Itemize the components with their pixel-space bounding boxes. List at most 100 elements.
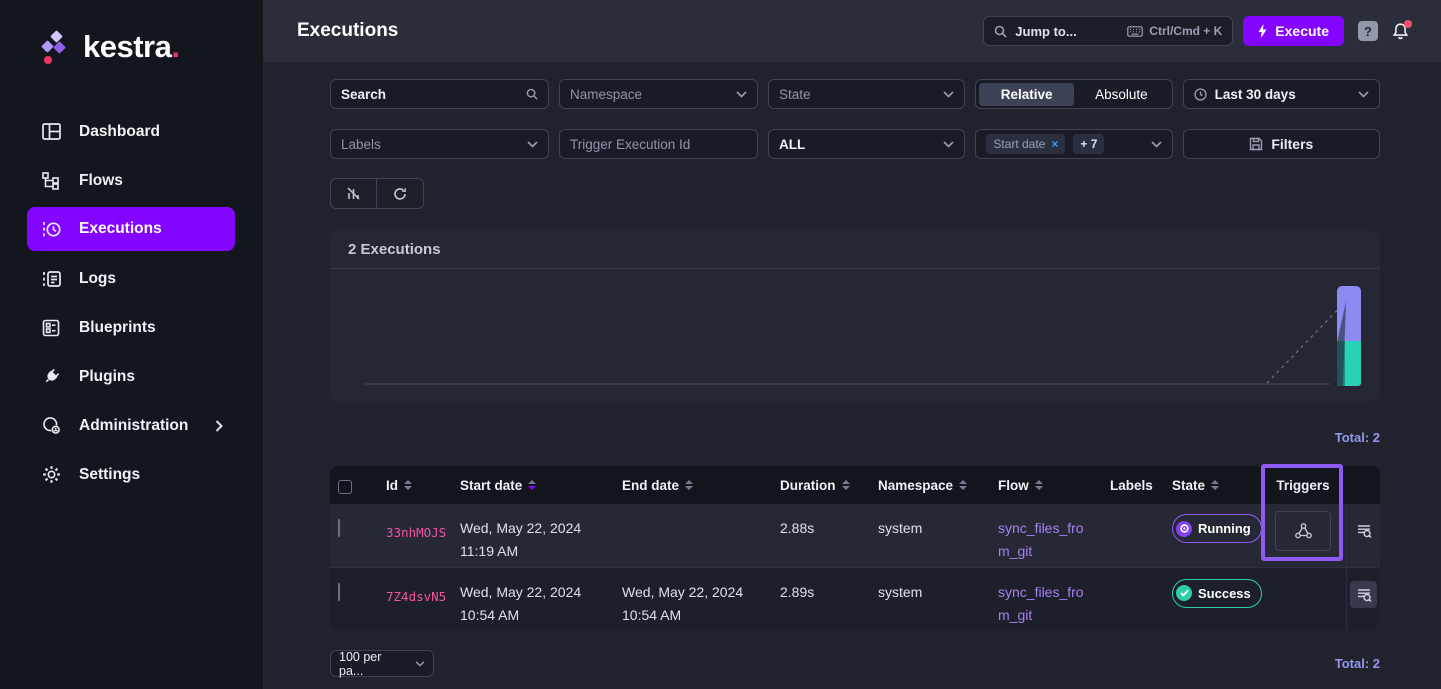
chevron-down-icon: [527, 141, 538, 148]
sidebar-item-label: Dashboard: [79, 123, 160, 141]
executions-table: Id Start date End date Duration Namespac…: [330, 466, 1380, 630]
state-placeholder: State: [779, 87, 935, 102]
column-header-start-date[interactable]: Start date: [452, 478, 614, 493]
sidebar-item-label: Executions: [79, 220, 162, 238]
content: Namespace State Relative Absolute Last: [263, 62, 1441, 689]
trigger-button[interactable]: [1275, 511, 1331, 551]
chip-remove-icon[interactable]: ×: [1051, 137, 1058, 151]
column-header-state[interactable]: State: [1164, 478, 1260, 493]
total-count-bottom: Total: 2: [1335, 656, 1380, 671]
namespace-placeholder: Namespace: [570, 87, 728, 102]
sidebar-item-settings[interactable]: Settings: [27, 450, 235, 499]
sort-icon[interactable]: [685, 480, 693, 490]
column-header-namespace[interactable]: Namespace: [870, 478, 990, 493]
triggers-cell-empty: [1260, 568, 1346, 630]
labels-cell: [1102, 568, 1164, 630]
total-row-top: Total: 2: [330, 429, 1380, 447]
administration-icon: [40, 416, 62, 436]
sidebar-item-logs[interactable]: Logs: [27, 254, 235, 303]
flows-icon: [40, 171, 62, 191]
save-filters-button[interactable]: Filters: [1183, 129, 1380, 159]
namespace-cell: system: [870, 568, 990, 630]
sidebar-item-flows[interactable]: Flows: [27, 156, 235, 205]
refresh-button[interactable]: [377, 178, 424, 209]
namespace-cell: system: [870, 504, 990, 567]
chip-start-date: Start date ×: [986, 134, 1065, 154]
execute-button-label: Execute: [1275, 23, 1329, 39]
sort-icon[interactable]: [959, 480, 967, 490]
save-icon: [1249, 137, 1263, 151]
sort-icon[interactable]: [404, 480, 412, 490]
namespace-select[interactable]: Namespace: [559, 79, 758, 109]
flow-link[interactable]: sync_files_from_git: [998, 584, 1084, 623]
table-row[interactable]: 7Z4dsvN5 Wed, May 22, 202410:54 AM Wed, …: [330, 567, 1380, 630]
search-filter[interactable]: [330, 79, 549, 109]
column-header-id[interactable]: Id: [378, 478, 452, 493]
row-checkbox[interactable]: [338, 583, 340, 601]
column-header-end-date[interactable]: End date: [614, 478, 772, 493]
kestra-logo[interactable]: kestra.: [0, 0, 263, 67]
per-page-select[interactable]: 100 per pa...: [330, 650, 434, 677]
chevron-down-icon: [943, 91, 954, 98]
jump-to-input[interactable]: [1015, 24, 1107, 39]
logs-icon: [40, 269, 62, 289]
sidebar-item-administration[interactable]: Administration: [27, 401, 235, 450]
help-button[interactable]: ?: [1358, 21, 1378, 41]
sort-icon-active[interactable]: [528, 480, 536, 490]
chevron-down-icon: [736, 91, 747, 98]
labels-cell: [1102, 504, 1164, 567]
execution-id[interactable]: 7Z4dsvN5: [378, 568, 452, 630]
table-row[interactable]: 33nhMOJS Wed, May 22, 202411:19 AM 2.88s…: [330, 504, 1380, 567]
search-filter-input[interactable]: [341, 87, 518, 102]
toggle-option-relative[interactable]: Relative: [979, 83, 1074, 106]
blueprints-icon: [40, 318, 62, 338]
dashboard-icon: [40, 122, 62, 142]
sidebar-item-dashboard[interactable]: Dashboard: [27, 107, 235, 156]
trigger-execution-id-input-wrap[interactable]: [559, 129, 758, 159]
table-header: Id Start date End date Duration Namespac…: [330, 466, 1380, 504]
clock-icon: [1194, 88, 1207, 101]
main-area: Executions Ctrl/Cmd + K Execute ?: [263, 0, 1441, 689]
executions-mini-chart: [330, 269, 1380, 400]
executions-icon: [40, 219, 62, 239]
chevron-down-icon: [1151, 141, 1162, 148]
notifications-button[interactable]: [1391, 22, 1410, 41]
flow-link[interactable]: sync_files_from_git: [998, 520, 1084, 559]
sidebar-item-plugins[interactable]: Plugins: [27, 352, 235, 401]
sidebar-item-label: Blueprints: [79, 319, 156, 337]
execution-id[interactable]: 33nhMOJS: [378, 504, 452, 567]
sidebar-item-blueprints[interactable]: Blueprints: [27, 303, 235, 352]
toggle-option-absolute[interactable]: Absolute: [1074, 83, 1169, 106]
state-cell: Success: [1164, 568, 1260, 630]
labels-select[interactable]: Labels: [330, 129, 549, 159]
scope-select[interactable]: ALL: [768, 129, 965, 159]
row-details-button[interactable]: [1350, 517, 1377, 544]
execute-button[interactable]: Execute: [1243, 16, 1344, 46]
kestra-logo-icon: [38, 27, 72, 67]
sidebar-item-executions[interactable]: Executions: [27, 207, 235, 251]
state-label: Success: [1198, 582, 1251, 605]
row-checkbox[interactable]: [338, 519, 340, 537]
sort-icon[interactable]: [1211, 480, 1219, 490]
jump-to-search[interactable]: Ctrl/Cmd + K: [983, 16, 1233, 46]
pagination-bar: 100 per pa... Total: 2: [330, 650, 1380, 677]
select-all-checkbox[interactable]: [338, 480, 352, 494]
keyboard-icon: [1127, 26, 1143, 37]
state-select[interactable]: State: [768, 79, 965, 109]
scope-value: ALL: [779, 137, 935, 152]
row-details-button[interactable]: [1350, 581, 1377, 608]
time-mode-toggle: Relative Absolute: [975, 79, 1172, 109]
sidebar-nav: Dashboard Flows Executions: [0, 107, 263, 499]
sidebar-item-label: Plugins: [79, 368, 135, 386]
column-header-flow[interactable]: Flow: [990, 478, 1102, 493]
sort-icon[interactable]: [1035, 480, 1043, 490]
columns-multiselect[interactable]: Start date × + 7: [975, 129, 1172, 159]
trigger-execution-id-input[interactable]: [570, 137, 747, 152]
sort-icon[interactable]: [842, 480, 850, 490]
search-icon: [526, 88, 538, 100]
lightning-icon: [1258, 24, 1267, 38]
column-header-duration[interactable]: Duration: [772, 478, 870, 493]
toggle-charts-button[interactable]: [330, 178, 377, 209]
date-range-select[interactable]: Last 30 days: [1183, 79, 1380, 109]
refresh-icon: [393, 187, 407, 201]
